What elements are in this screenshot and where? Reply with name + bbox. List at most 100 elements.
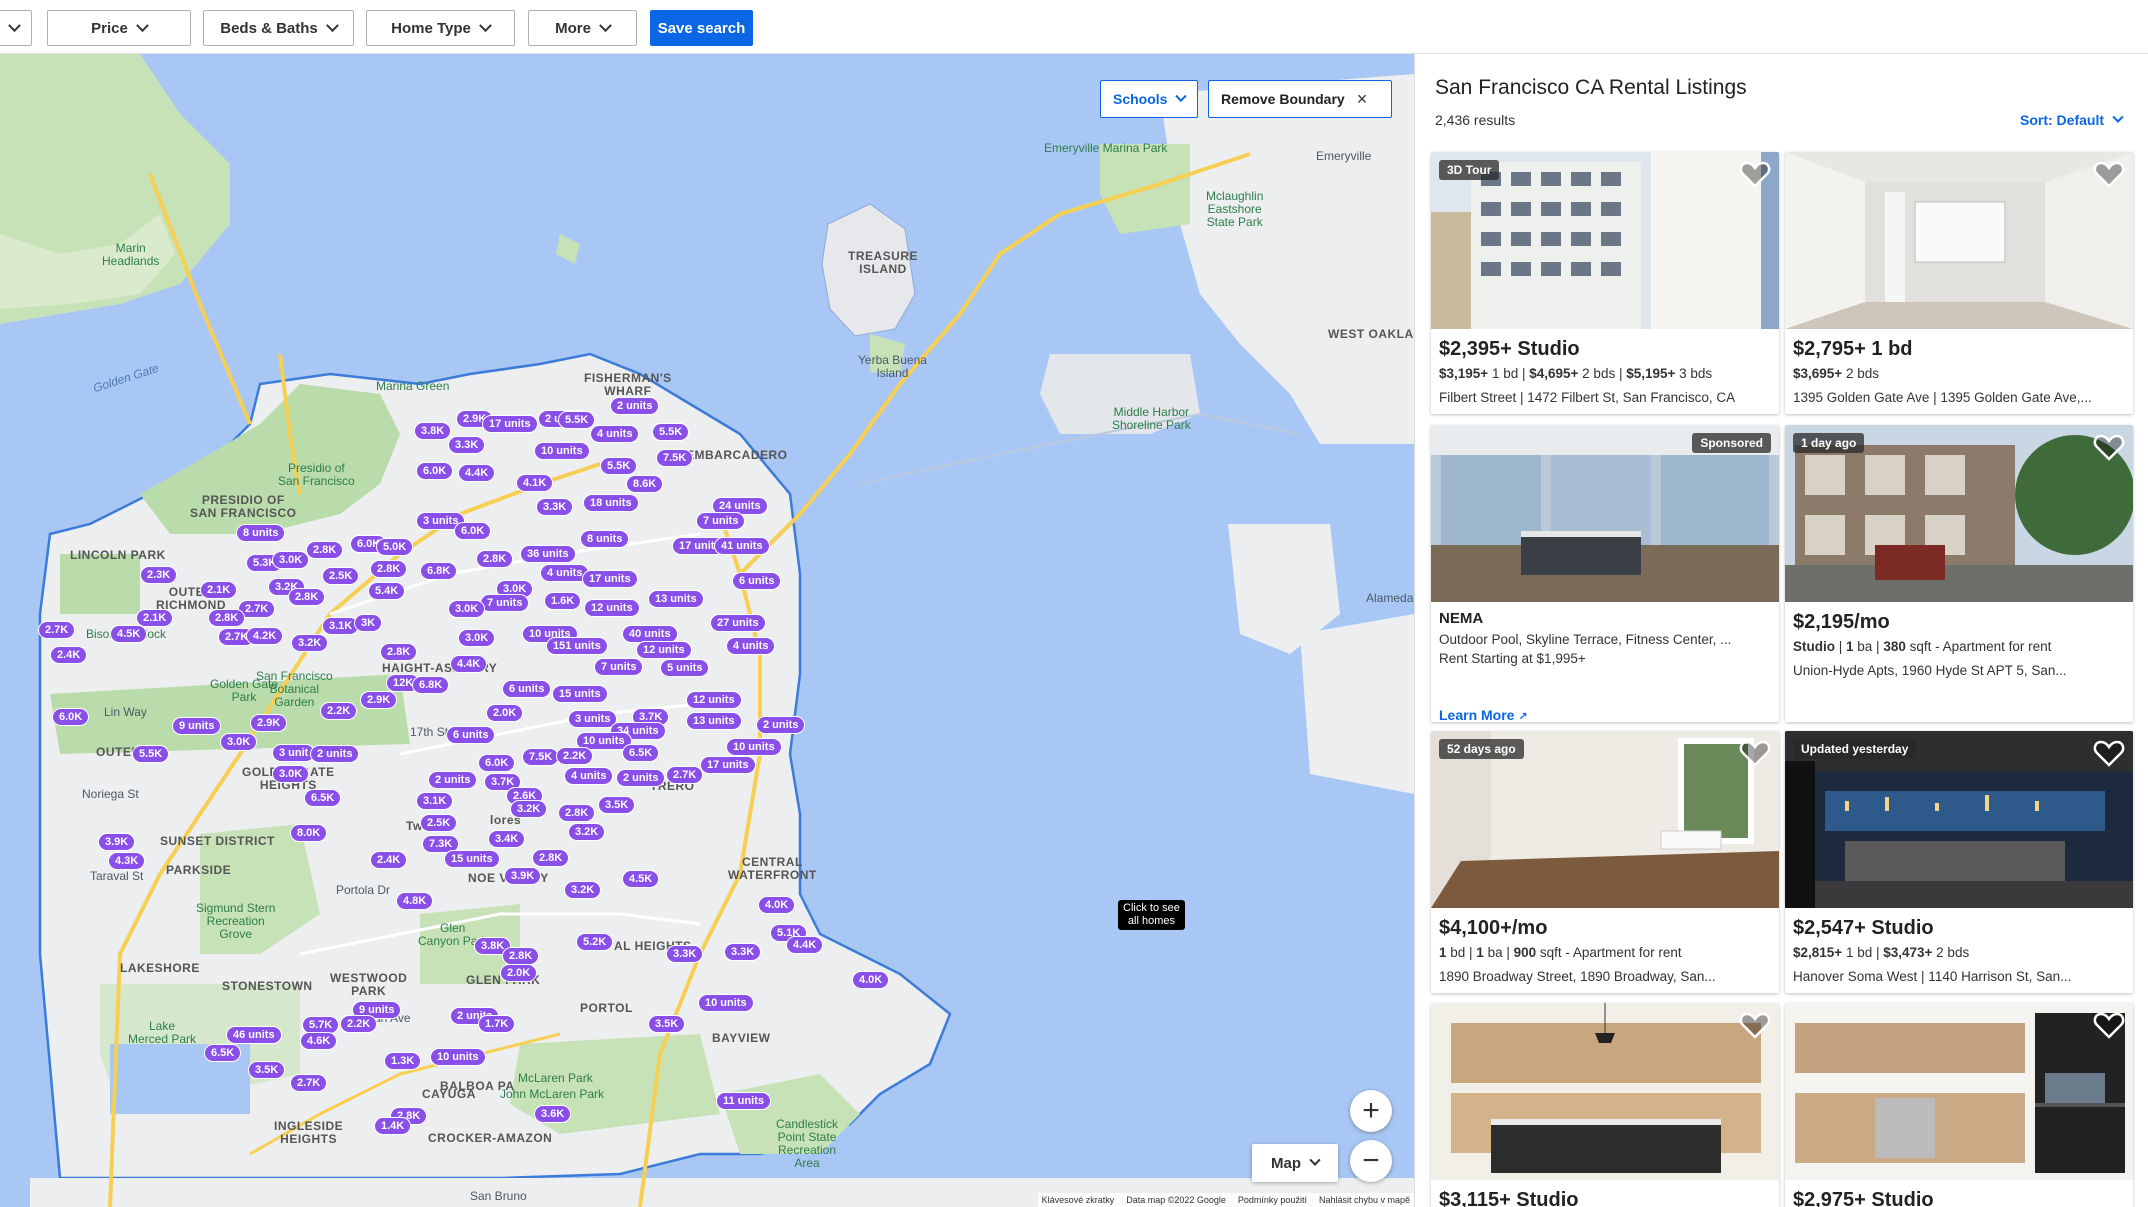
favorite-heart-icon[interactable] bbox=[2093, 431, 2125, 463]
listing-pin[interactable]: 3.2K bbox=[564, 881, 602, 899]
listing-pin[interactable]: 2 units bbox=[616, 769, 666, 787]
listing-pin[interactable]: 3.5K bbox=[648, 1015, 686, 1033]
listing-pin[interactable]: 4.0K bbox=[758, 896, 796, 914]
listing-pin[interactable]: 2.8K bbox=[502, 947, 540, 965]
listing-pin[interactable]: 10 units bbox=[430, 1048, 486, 1066]
listing-pin[interactable]: 3.9K bbox=[504, 867, 542, 885]
learn-more-link[interactable]: Learn More ↗ bbox=[1439, 707, 1771, 722]
listing-pin[interactable]: 3.2K bbox=[291, 634, 329, 652]
listing-pin[interactable]: 4.4K bbox=[450, 655, 488, 673]
listing-pin[interactable]: 2.8K bbox=[306, 541, 344, 559]
listing-pin[interactable]: 7 units bbox=[480, 594, 530, 612]
listing-pin[interactable]: 18 units bbox=[583, 494, 639, 512]
listing-pin[interactable]: 2.0K bbox=[486, 704, 524, 722]
keyboard-shortcuts-link[interactable]: Klávesové zkratky bbox=[1042, 1195, 1115, 1205]
listing-card[interactable]: Updated yesterday $2,547+ Studio $2,815+… bbox=[1785, 731, 2133, 993]
listing-pin[interactable]: 2.2K bbox=[556, 747, 594, 765]
listing-pin[interactable]: 4.3K bbox=[108, 852, 146, 870]
listing-pin[interactable]: 1.6K bbox=[544, 592, 582, 610]
listing-pin[interactable]: 2 units bbox=[428, 771, 478, 789]
listing-pin[interactable]: 2.7K bbox=[290, 1074, 328, 1092]
location-dropdown-button[interactable] bbox=[0, 10, 32, 46]
listing-pin[interactable]: 2.1K bbox=[136, 609, 174, 627]
listing-pin[interactable]: 2 units bbox=[756, 716, 806, 734]
listing-pin[interactable]: 2.4K bbox=[370, 851, 408, 869]
listing-card[interactable]: $2,795+ 1 bd $3,695+ 2 bds 1395 Golden G… bbox=[1785, 152, 2133, 414]
listing-pin[interactable]: 15 units bbox=[552, 685, 608, 703]
listing-pin[interactable]: 3.1K bbox=[416, 792, 454, 810]
listing-pin[interactable]: 2.8K bbox=[476, 550, 514, 568]
listing-pin[interactable]: 5.0K bbox=[376, 538, 414, 556]
listing-pin[interactable]: 3K bbox=[354, 614, 383, 632]
favorite-heart-icon[interactable] bbox=[2093, 1009, 2125, 1041]
listing-pin[interactable]: 7 units bbox=[594, 658, 644, 676]
listing-pin[interactable]: 10 units bbox=[726, 738, 782, 756]
listing-pin[interactable]: 11 units bbox=[716, 1092, 771, 1110]
listing-pin[interactable]: 2.5K bbox=[322, 567, 360, 585]
listing-card[interactable]: 3D Tour $2,395+ Studio $3,195+ 1 bd | $4… bbox=[1431, 152, 1779, 414]
listing-pin[interactable]: 4.5K bbox=[622, 870, 660, 888]
listing-pin[interactable]: 3.0K bbox=[458, 629, 496, 647]
listing-card[interactable]: 1 day ago $2,195/mo Studio | 1 ba | 380 … bbox=[1785, 425, 2133, 722]
listing-pin[interactable]: 3.4K bbox=[488, 830, 526, 848]
listing-pin[interactable]: 6 units bbox=[446, 726, 496, 744]
listing-pin[interactable]: 2 units bbox=[310, 745, 360, 763]
listing-pin[interactable]: 2.8K bbox=[380, 643, 418, 661]
listing-pin[interactable]: 6.0K bbox=[454, 522, 492, 540]
listing-pin[interactable]: 3 unit bbox=[272, 744, 316, 762]
listing-pin[interactable]: 3.5K bbox=[598, 796, 636, 814]
listing-pin[interactable]: 8.0K bbox=[290, 824, 328, 842]
listing-card[interactable]: $3,115+ Studio bbox=[1431, 1003, 1779, 1207]
listing-pin[interactable]: 1.3K bbox=[384, 1052, 422, 1070]
listing-pin[interactable]: 3.3K bbox=[448, 436, 486, 454]
listing-pin[interactable]: 5 units bbox=[660, 659, 710, 677]
map-view[interactable]: Marin Headlands Golden Gate Marina Green … bbox=[0, 54, 1414, 1207]
listing-pin[interactable]: 4.0K bbox=[852, 971, 890, 989]
listing-pin[interactable]: 2.5K bbox=[420, 814, 458, 832]
click-to-see-all-homes[interactable]: Click to see all homes bbox=[1118, 900, 1185, 930]
listing-pin[interactable]: 1.4K bbox=[374, 1117, 412, 1135]
schools-dropdown[interactable]: Schools bbox=[1100, 80, 1198, 118]
listing-pin[interactable]: 2.8K bbox=[370, 560, 408, 578]
listing-pin[interactable]: 12 units bbox=[584, 599, 640, 617]
listing-pin[interactable]: 41 units bbox=[714, 537, 770, 555]
listing-pin[interactable]: 8.6K bbox=[626, 475, 664, 493]
listing-pin[interactable]: 17 units bbox=[482, 415, 538, 433]
listing-pin[interactable]: 4.4K bbox=[458, 464, 496, 482]
listing-pin[interactable]: 6.5K bbox=[622, 744, 660, 762]
listing-pin[interactable]: 7.5K bbox=[656, 449, 694, 467]
listing-pin[interactable]: 4.4K bbox=[786, 936, 824, 954]
listing-pin[interactable]: 3.0K bbox=[272, 765, 310, 783]
listing-pin[interactable]: 3.3K bbox=[666, 945, 704, 963]
listing-pin[interactable]: 3.0K bbox=[220, 733, 258, 751]
listing-pin[interactable]: 2.8K bbox=[288, 588, 326, 606]
listing-pin[interactable]: 6 units bbox=[732, 572, 782, 590]
listing-pin[interactable]: 1.7K bbox=[478, 1015, 516, 1033]
listing-pin[interactable]: 10 units bbox=[534, 442, 590, 460]
listing-card[interactable]: 52 days ago $4,100+/mo 1 bd | 1 ba | 900… bbox=[1431, 731, 1779, 993]
listing-pin[interactable]: 4.5K bbox=[110, 625, 148, 643]
listing-pin[interactable]: 2 units bbox=[610, 397, 660, 415]
listing-pin[interactable]: 2.9K bbox=[360, 691, 398, 709]
report-error-link[interactable]: Nahlásit chybu v mapě bbox=[1319, 1195, 1410, 1205]
listing-pin[interactable]: 3.2K bbox=[568, 823, 606, 841]
listing-pin[interactable]: 15 units bbox=[444, 850, 500, 868]
home-type-filter-button[interactable]: Home Type bbox=[366, 10, 515, 46]
listing-pin[interactable]: 4.1K bbox=[516, 474, 554, 492]
listing-pin[interactable]: 3 units bbox=[568, 710, 618, 728]
listing-pin[interactable]: 2.7K bbox=[38, 621, 76, 639]
listing-pin[interactable]: 8 units bbox=[236, 524, 286, 542]
listing-pin[interactable]: 12 units bbox=[636, 641, 692, 659]
listing-pin[interactable]: 13 units bbox=[686, 712, 742, 730]
listing-pin[interactable]: 2.3K bbox=[140, 566, 178, 584]
listing-pin[interactable]: 3.3K bbox=[536, 498, 574, 516]
sort-dropdown[interactable]: Sort: Default bbox=[2020, 111, 2124, 128]
listing-pin[interactable]: 151 units bbox=[546, 637, 608, 655]
listing-pin[interactable]: 2.2K bbox=[340, 1015, 378, 1033]
save-search-button[interactable]: Save search bbox=[650, 10, 753, 46]
sponsored-listing-card[interactable]: Sponsored NEMA Outdoor Pool, Skyline Ter… bbox=[1431, 425, 1779, 722]
favorite-heart-icon[interactable] bbox=[1739, 737, 1771, 769]
listing-pin[interactable]: 6.0K bbox=[52, 708, 90, 726]
listing-pin[interactable]: 3.2K bbox=[510, 800, 548, 818]
listing-pin[interactable]: 4 units bbox=[564, 767, 614, 785]
